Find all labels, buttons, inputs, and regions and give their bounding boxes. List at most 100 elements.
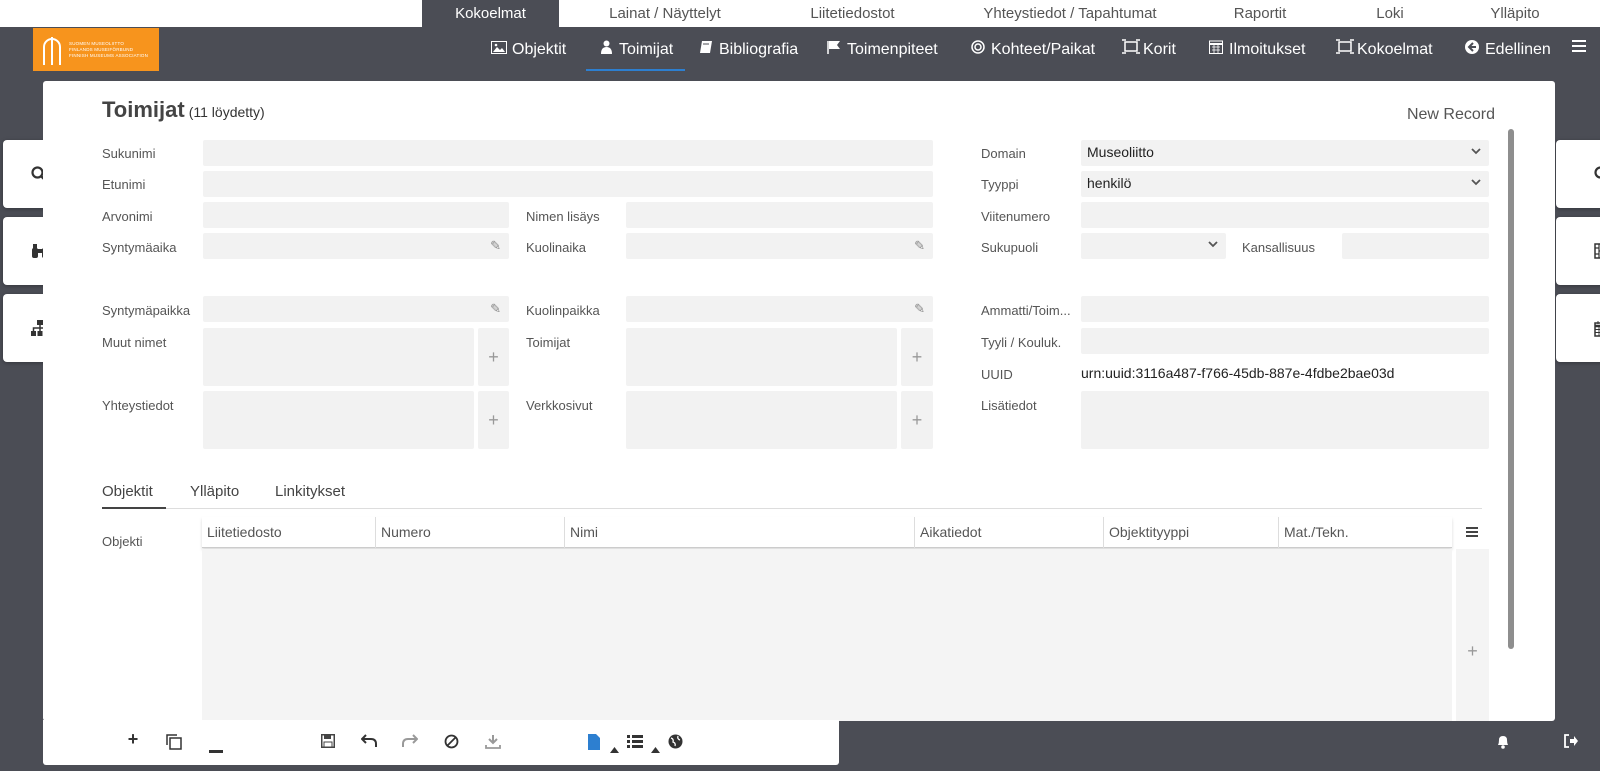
- kuolinpaikka-field[interactable]: ✎: [626, 296, 933, 322]
- chevron-down-icon: [1471, 179, 1481, 186]
- collection-icon: [1336, 27, 1354, 71]
- book-icon: [698, 27, 714, 71]
- scrollbar[interactable]: [1508, 129, 1514, 649]
- tyyppi-select[interactable]: henkilö: [1081, 171, 1489, 197]
- right-search-button[interactable]: [1556, 140, 1600, 208]
- nav-toimenpiteet[interactable]: Toimenpiteet: [826, 27, 938, 71]
- add-toimijat-button[interactable]: +: [901, 328, 933, 386]
- main-nav: Objektit Toimijat Bibliografia Toimenpit…: [0, 27, 1600, 73]
- nav-bibliografia[interactable]: Bibliografia: [698, 27, 798, 71]
- column-header-liitetiedosto[interactable]: Liitetiedosto: [202, 517, 375, 548]
- domain-label: Domain: [981, 146, 1026, 161]
- yhteystiedot-label: Yhteystiedot: [102, 398, 174, 413]
- tab-objektit[interactable]: Objektit: [102, 483, 166, 509]
- save-icon[interactable]: [321, 734, 335, 753]
- pencil-icon[interactable]: ✎: [490, 233, 501, 258]
- flag-icon: [826, 27, 842, 71]
- syntymapaikka-label: Syntymäpaikka: [102, 303, 191, 318]
- grid-body[interactable]: [202, 549, 1452, 721]
- viitenumero-field[interactable]: [1081, 202, 1489, 228]
- redo-icon[interactable]: [402, 734, 419, 753]
- sukunimi-field[interactable]: [203, 140, 933, 166]
- syntymaaika-field[interactable]: ✎: [203, 233, 509, 259]
- pencil-icon[interactable]: ✎: [914, 296, 925, 321]
- nav-toimijat[interactable]: Toimijat: [586, 27, 686, 71]
- add-record-icon[interactable]: +: [123, 729, 143, 749]
- uuid-label: UUID: [981, 367, 1013, 382]
- caret-up-icon[interactable]: [651, 740, 660, 758]
- bell-icon[interactable]: [1496, 734, 1510, 754]
- column-header-objektityyppi[interactable]: Objektityyppi: [1103, 517, 1278, 548]
- tab-yllapito[interactable]: Ylläpito: [190, 483, 239, 509]
- etunimi-field[interactable]: [203, 171, 933, 197]
- calendar-icon: [1208, 27, 1224, 71]
- tyyppi-label: Tyyppi: [981, 177, 1019, 192]
- module-loki[interactable]: Loki: [1360, 0, 1420, 27]
- hamburger-menu-icon[interactable]: [1572, 40, 1586, 52]
- syntymapaikka-field[interactable]: ✎: [203, 296, 509, 322]
- undo-icon[interactable]: [360, 734, 377, 753]
- file-icon[interactable]: [588, 734, 600, 755]
- module-raportit[interactable]: Raportit: [1215, 0, 1305, 27]
- download-icon[interactable]: [485, 734, 501, 754]
- nav-korit[interactable]: Korit: [1122, 27, 1176, 71]
- sukupuoli-select[interactable]: [1081, 233, 1226, 259]
- ammatti-field[interactable]: [1081, 296, 1489, 322]
- column-header-aikatiedot[interactable]: Aikatiedot: [914, 517, 1103, 548]
- chevron-down-icon: [1208, 241, 1218, 248]
- kansallisuus-field[interactable]: [1342, 233, 1489, 259]
- module-yllapito[interactable]: Ylläpito: [1470, 0, 1560, 27]
- list-icon[interactable]: [627, 734, 643, 753]
- column-header-nimi[interactable]: Nimi: [564, 517, 914, 548]
- muut-nimet-list[interactable]: [203, 328, 474, 386]
- module-yhteystiedot-tapahtumat[interactable]: Yhteystiedot / Tapahtumat: [960, 0, 1180, 27]
- image-icon: [491, 27, 507, 71]
- kuolinpaikka-label: Kuolinpaikka: [526, 303, 600, 318]
- nav-ilmoitukset[interactable]: Ilmoitukset: [1208, 27, 1305, 71]
- nav-objektit[interactable]: Objektit: [491, 27, 566, 71]
- page-title: Toimijat (11 löydetty): [102, 97, 265, 122]
- module-liitetiedostot[interactable]: Liitetiedostot: [785, 0, 920, 27]
- add-verkkosivut-button[interactable]: +: [901, 391, 933, 449]
- yhteystiedot-list[interactable]: [203, 391, 474, 449]
- nav-kohteet-paikat[interactable]: Kohteet/Paikat: [970, 27, 1095, 71]
- caret-up-icon[interactable]: [610, 740, 619, 758]
- globe-icon[interactable]: [668, 734, 683, 754]
- column-header-mat-tekn[interactable]: Mat./Tekn.: [1278, 517, 1452, 548]
- tyyli-field[interactable]: [1081, 328, 1489, 354]
- arvonimi-field[interactable]: [203, 202, 509, 228]
- right-media-button[interactable]: [1556, 217, 1600, 285]
- kuolinaika-field[interactable]: ✎: [626, 233, 933, 259]
- verkkosivut-label: Verkkosivut: [526, 398, 593, 413]
- add-yhteystiedot-button[interactable]: +: [478, 391, 509, 449]
- module-kokoelmat[interactable]: Kokoelmat: [422, 0, 559, 27]
- nimen-lisays-field[interactable]: [626, 202, 933, 228]
- back-arrow-icon: [1464, 27, 1480, 71]
- arvonimi-label: Arvonimi: [102, 209, 153, 224]
- module-bar: Kokoelmat Lainat / Näyttelyt Liitetiedos…: [0, 0, 1600, 27]
- copy-icon[interactable]: [166, 734, 182, 755]
- lisatiedot-field[interactable]: [1081, 391, 1489, 449]
- add-muut-nimet-button[interactable]: +: [478, 328, 509, 386]
- remove-record-icon[interactable]: [209, 741, 223, 759]
- nav-edellinen[interactable]: Edellinen: [1464, 27, 1551, 71]
- search-icon: [1594, 166, 1600, 179]
- column-header-numero[interactable]: Numero: [375, 517, 564, 548]
- column-menu-icon[interactable]: [1466, 527, 1478, 539]
- grid-header: Liitetiedosto Numero Nimi Aikatiedot Obj…: [202, 517, 1452, 548]
- nav-kokoelmat[interactable]: Kokoelmat: [1336, 27, 1433, 71]
- toimijat-list[interactable]: [626, 328, 897, 386]
- viitenumero-label: Viitenumero: [981, 209, 1051, 224]
- domain-select[interactable]: Museoliitto: [1081, 140, 1489, 166]
- pencil-icon[interactable]: ✎: [914, 233, 925, 258]
- right-calendar-button[interactable]: [1556, 294, 1600, 362]
- module-lainat-nayttelyt[interactable]: Lainat / Näyttelyt: [590, 0, 740, 27]
- add-row-button[interactable]: +: [1456, 641, 1489, 662]
- detail-tabs: Objektit Ylläpito Linkitykset: [102, 483, 1482, 509]
- pencil-icon[interactable]: ✎: [490, 296, 501, 321]
- logout-icon[interactable]: [1564, 734, 1579, 753]
- verkkosivut-list[interactable]: [626, 391, 897, 449]
- muut-nimet-label: Muut nimet: [102, 335, 167, 350]
- cancel-icon[interactable]: [444, 734, 459, 754]
- tab-linkitykset[interactable]: Linkitykset: [275, 483, 345, 509]
